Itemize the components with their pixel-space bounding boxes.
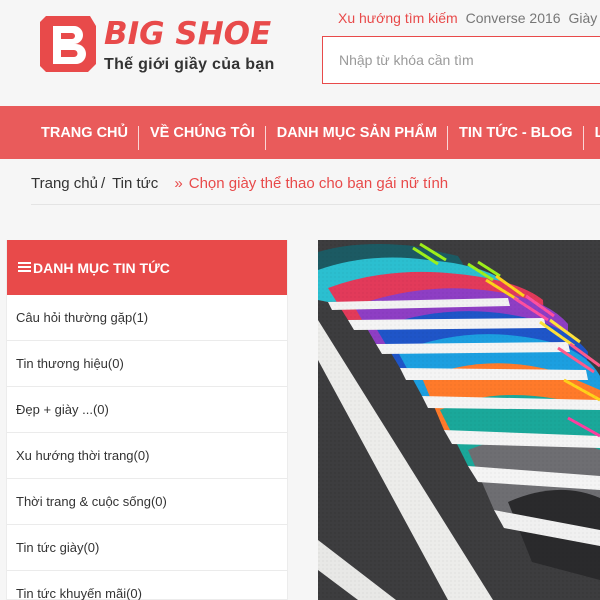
trending-item-giay[interactable]: Giày bbox=[568, 10, 597, 26]
sidebar-item-promotions[interactable]: Tin tức khuyến mãi(0) bbox=[7, 571, 287, 600]
sidebar-item-beauty-shoes[interactable]: Đẹp + giày ...(0) bbox=[7, 387, 287, 433]
brand-name: BIG SHOE bbox=[104, 16, 272, 52]
header: BIG SHOE Thế giới giầy của bạn Xu hướng … bbox=[0, 0, 600, 106]
article-hero-image bbox=[318, 240, 600, 600]
brand-tagline: Thế giới giầy của bạn bbox=[104, 56, 275, 73]
nav-item-products[interactable]: DANH MỤC SẢN PHẨM bbox=[266, 106, 449, 159]
trending-searches: Xu hướng tìm kiếm Converse 2016 Giày bbox=[338, 10, 597, 26]
sidebar-item-fashion-life[interactable]: Thời trang & cuộc sống(0) bbox=[7, 479, 287, 525]
sidebar-header: DANH MỤC TIN TỨC bbox=[7, 240, 287, 295]
logo[interactable]: BIG SHOE Thế giới giầy của bạn bbox=[38, 14, 288, 84]
sidebar-item-faq[interactable]: Câu hỏi thường gặp(1) bbox=[7, 295, 287, 341]
nav-item-home[interactable]: TRANG CHỦ bbox=[30, 106, 139, 159]
breadcrumb-home[interactable]: Trang chủ bbox=[31, 175, 98, 192]
breadcrumb-divider bbox=[31, 204, 600, 205]
main-nav: TRANG CHỦ VỀ CHÚNG TÔI DANH MỤC SẢN PHẨM… bbox=[0, 106, 600, 159]
breadcrumb-current: Chọn giày thể thao cho bạn gái nữ tính bbox=[188, 175, 449, 192]
trending-item-converse-2016[interactable]: Converse 2016 bbox=[466, 10, 561, 26]
news-category-sidebar: DANH MỤC TIN TỨC Câu hỏi thường gặp(1) T… bbox=[6, 240, 288, 600]
logo-mark-icon bbox=[40, 16, 96, 72]
sidebar-title: DANH MỤC TIN TỨC bbox=[33, 259, 170, 276]
sneakers-photo-icon bbox=[318, 240, 600, 600]
menu-icon bbox=[18, 262, 31, 273]
trending-label: Xu hướng tìm kiếm bbox=[338, 10, 458, 26]
breadcrumb-separator: / bbox=[100, 175, 106, 192]
breadcrumb-arrow: » bbox=[174, 175, 183, 192]
search-input[interactable] bbox=[323, 37, 600, 83]
sidebar-item-fashion-trends[interactable]: Xu hướng thời trang(0) bbox=[7, 433, 287, 479]
sidebar-item-shoe-news[interactable]: Tin tức giày(0) bbox=[7, 525, 287, 571]
sidebar-item-brand-news[interactable]: Tin thương hiệu(0) bbox=[7, 341, 287, 387]
search-box bbox=[322, 36, 600, 84]
page: BIG SHOE Thế giới giầy của bạn Xu hướng … bbox=[0, 0, 600, 600]
breadcrumb: Trang chủ / Tin tức » Chọn giày thể thao c… bbox=[31, 175, 448, 192]
nav-item-contact[interactable]: LIÊN HỆ bbox=[584, 106, 600, 159]
nav-item-about[interactable]: VỀ CHÚNG TÔI bbox=[139, 106, 266, 159]
breadcrumb-section[interactable]: Tin tức bbox=[112, 175, 158, 192]
nav-item-blog[interactable]: TIN TỨC - BLOG bbox=[448, 106, 584, 159]
nav-list: TRANG CHỦ VỀ CHÚNG TÔI DANH MỤC SẢN PHẨM… bbox=[30, 106, 600, 159]
